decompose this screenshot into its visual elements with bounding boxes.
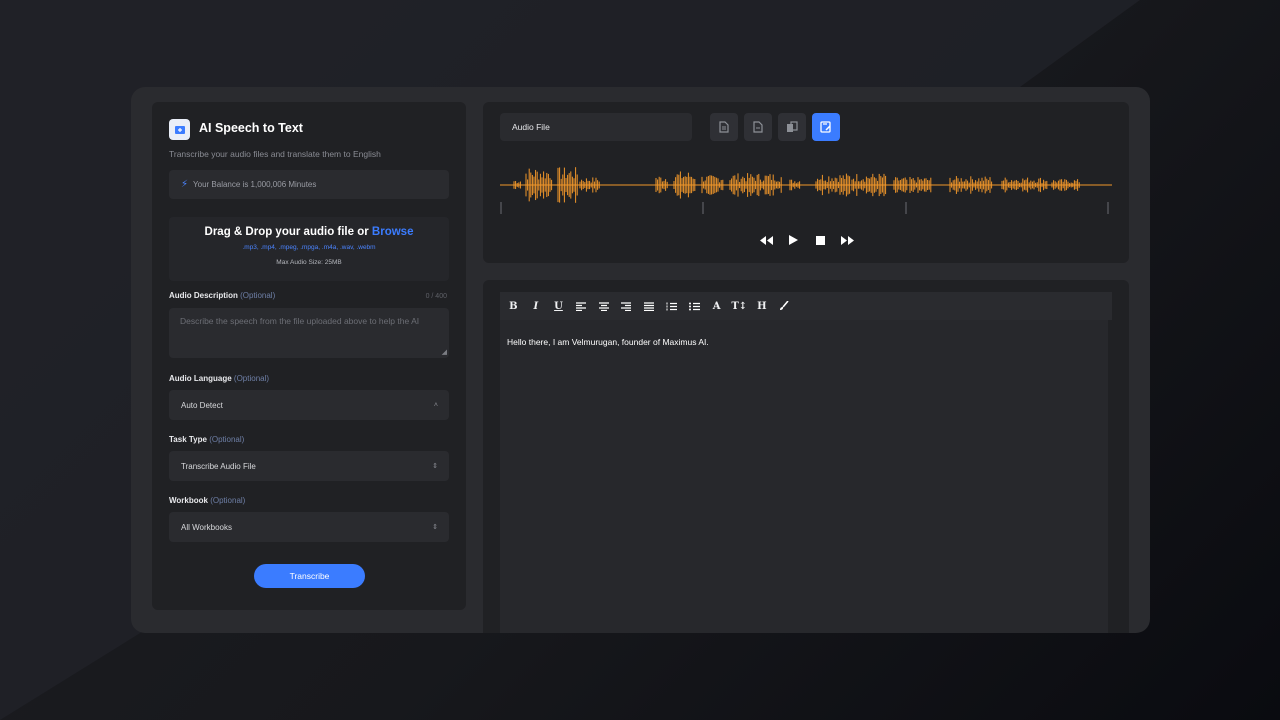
file-drop-zone[interactable]: Drag & Drop your audio file or Browse .m…: [169, 217, 449, 281]
app-logo-icon: [169, 119, 190, 140]
align-center-icon[interactable]: [592, 301, 615, 311]
browse-link[interactable]: Browse: [372, 226, 414, 238]
max-size-note: Max Audio Size: 25MB: [276, 259, 342, 266]
app-title: AI Speech to Text: [199, 121, 303, 135]
task-select[interactable]: Transcribe Audio File ⇕: [169, 451, 449, 481]
audio-waveform[interactable]: [500, 158, 1112, 214]
editor-content[interactable]: Hello there, I am Velmurugan, founder of…: [500, 320, 1108, 633]
optional-tag: (Optional): [210, 496, 246, 505]
font-color-icon[interactable]: A: [705, 301, 728, 312]
select-arrows-icon: ⇕: [432, 463, 438, 470]
editor-panel: B I U A T↕ H Hello there, I am Velmuruga…: [483, 280, 1129, 633]
language-value: Auto Detect: [181, 400, 223, 410]
app-subtitle: Transcribe your audio files and translat…: [169, 149, 381, 159]
optional-tag: (Optional): [233, 374, 270, 383]
audio-panel: Audio File: [483, 102, 1129, 263]
task-label: Task Type (Optional): [169, 435, 244, 444]
bold-icon[interactable]: B: [502, 301, 525, 312]
ordered-list-icon[interactable]: [660, 302, 683, 311]
description-label: Audio Description (Optional): [169, 291, 275, 300]
unordered-list-icon[interactable]: [683, 302, 706, 311]
app-window: AI Speech to Text Transcribe your audio …: [131, 87, 1150, 633]
task-value: Transcribe Audio File: [181, 461, 256, 471]
language-select[interactable]: Auto Detect ˄: [169, 390, 449, 420]
italic-icon[interactable]: I: [525, 301, 548, 312]
description-textarea[interactable]: Describe the speech from the file upload…: [169, 308, 449, 358]
underline-icon[interactable]: U: [547, 301, 570, 312]
language-label-text: Audio Language: [169, 374, 232, 383]
char-counter: 0 / 400: [425, 293, 447, 300]
align-right-icon[interactable]: [615, 301, 638, 311]
font-size-icon[interactable]: T↕: [728, 301, 751, 312]
audio-file-field[interactable]: Audio File: [500, 113, 692, 141]
transcribe-button[interactable]: Transcribe: [254, 564, 365, 588]
workbook-label: Workbook (Optional): [169, 496, 245, 505]
workbook-select[interactable]: All Workbooks ⇕: [169, 512, 449, 542]
copy-icon[interactable]: [778, 113, 806, 141]
balance-text: Your Balance is 1,000,006 Minutes: [193, 180, 317, 189]
settings-panel: AI Speech to Text Transcribe your audio …: [152, 102, 466, 610]
playback-controls: [757, 232, 857, 248]
align-justify-icon[interactable]: [638, 301, 661, 311]
heading-icon[interactable]: H: [751, 301, 774, 312]
optional-tag: (Optional): [209, 435, 245, 444]
task-label-text: Task Type: [169, 435, 207, 444]
description-label-text: Audio Description: [169, 291, 238, 300]
workbook-value: All Workbooks: [181, 522, 232, 532]
editor-toolbar: B I U A T↕ H: [500, 292, 1112, 320]
drop-prompt: Drag & Drop your audio file or: [204, 226, 372, 238]
balance-badge: ⚡︎ Your Balance is 1,000,006 Minutes: [169, 170, 449, 199]
align-left-icon[interactable]: [570, 301, 593, 311]
select-arrows-icon: ⇕: [432, 524, 438, 531]
description-placeholder: Describe the speech from the file upload…: [180, 316, 420, 326]
brush-icon[interactable]: [773, 301, 796, 311]
resize-handle-icon[interactable]: ◢: [442, 347, 447, 358]
rewind-icon[interactable]: [757, 232, 775, 248]
save-edit-icon[interactable]: [812, 113, 840, 141]
workbook-label-text: Workbook: [169, 496, 208, 505]
optional-tag: (Optional): [240, 291, 276, 300]
chevron-up-icon: ˄: [433, 401, 438, 409]
lightning-icon: ⚡︎: [181, 179, 189, 190]
stop-icon[interactable]: [812, 232, 830, 248]
file-text-icon[interactable]: [710, 113, 738, 141]
play-icon[interactable]: [784, 232, 802, 248]
supported-formats: .mp3, .mp4, .mpeg, .mpga, .m4a, .wav, .w…: [242, 244, 376, 251]
transcript-text: Hello there, I am Velmurugan, founder of…: [507, 337, 709, 347]
language-label: Audio Language (Optional): [169, 374, 269, 383]
file-icon[interactable]: [744, 113, 772, 141]
fast-forward-icon[interactable]: [839, 232, 857, 248]
